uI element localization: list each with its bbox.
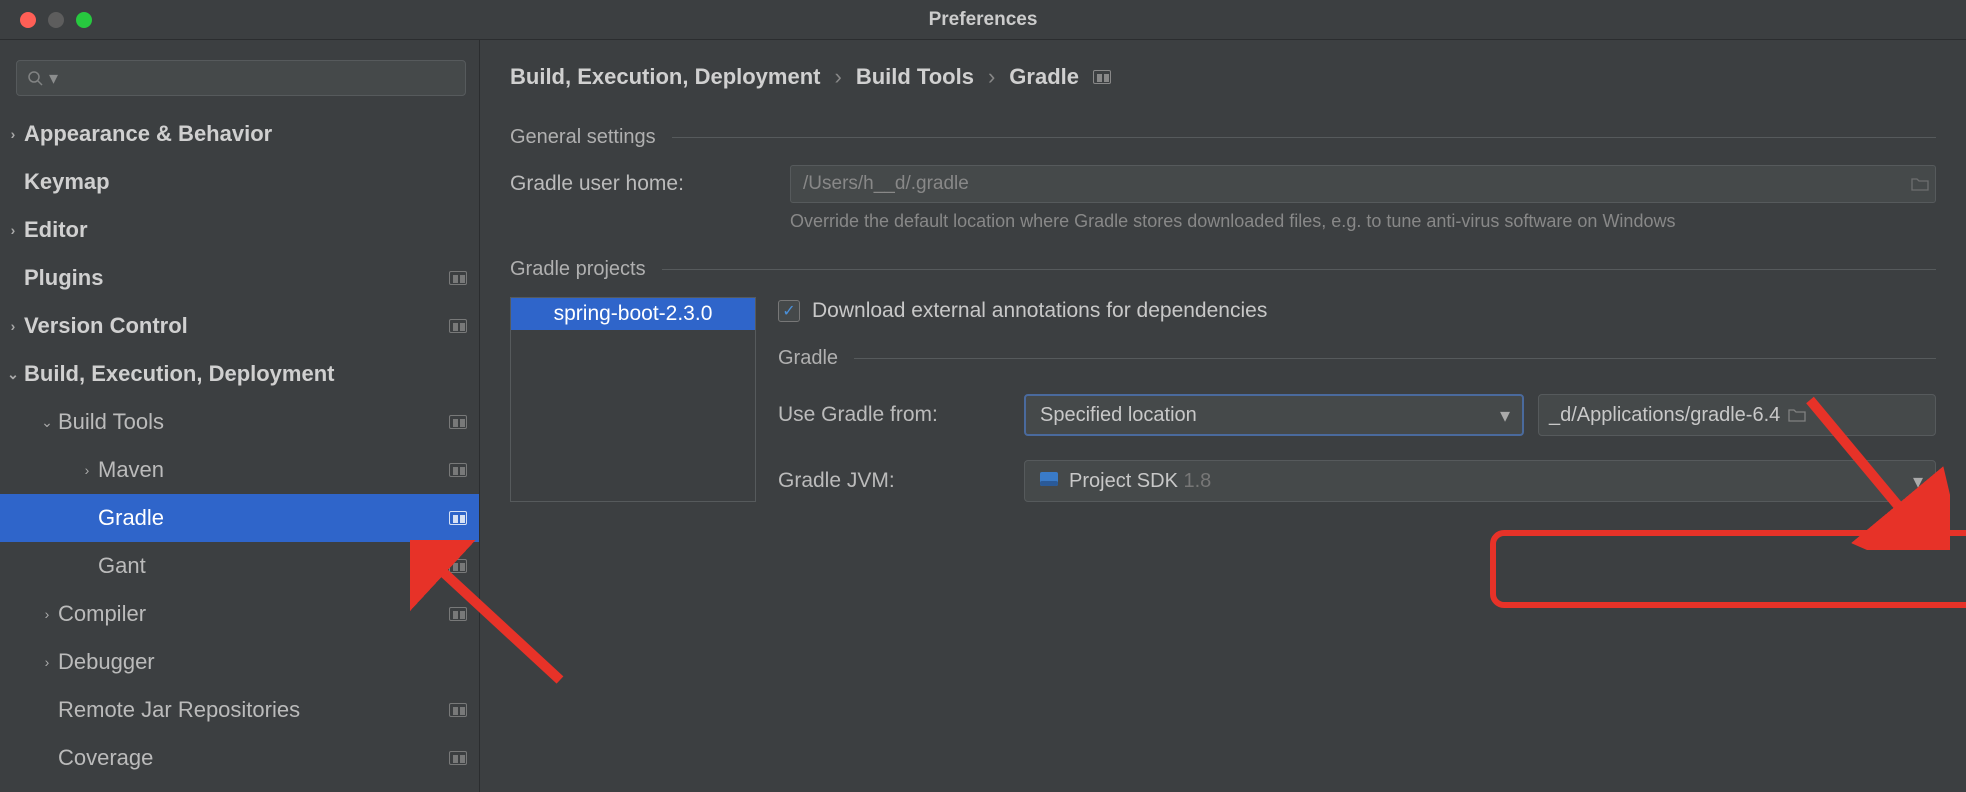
- chevron-down-icon: ▾: [1500, 403, 1510, 428]
- project-scope-icon: [449, 463, 467, 477]
- search-icon: [27, 70, 43, 86]
- sidebar-item-coverage[interactable]: Coverage: [0, 734, 479, 782]
- window-controls: [0, 12, 92, 28]
- project-scope-icon: [1093, 70, 1111, 84]
- chevron-right-icon: ›: [36, 654, 58, 670]
- project-scope-icon: [449, 415, 467, 429]
- sidebar-item-build-tools[interactable]: ⌄Build Tools: [0, 398, 479, 446]
- sidebar-item-debugger[interactable]: ›Debugger: [0, 638, 479, 686]
- chevron-right-icon: ›: [36, 606, 58, 622]
- use-gradle-from-label: Use Gradle from:: [778, 403, 1010, 427]
- settings-tree: ›Appearance & Behavior Keymap ›Editor Pl…: [0, 110, 479, 792]
- sidebar-item-gant[interactable]: Gant: [0, 542, 479, 590]
- chevron-right-icon: ›: [2, 222, 24, 238]
- chevron-down-icon: ▾: [49, 68, 58, 89]
- project-scope-icon: [449, 271, 467, 285]
- chevron-down-icon: ⌄: [36, 414, 58, 431]
- minimize-window-button[interactable]: [48, 12, 64, 28]
- folder-icon[interactable]: [1911, 176, 1929, 192]
- sidebar-item-version-control[interactable]: ›Version Control: [0, 302, 479, 350]
- download-annotations-label: Download external annotations for depend…: [812, 299, 1267, 323]
- chevron-right-icon: ›: [2, 126, 24, 142]
- main-panel: Build, Execution, Deployment › Build Too…: [480, 40, 1966, 792]
- general-settings-header: General settings: [510, 126, 1936, 149]
- preferences-window: Preferences ▾ ›Appearance & Behavior Key…: [0, 0, 1966, 792]
- sidebar-item-build-exec-deploy[interactable]: ⌄Build, Execution, Deployment: [0, 350, 479, 398]
- gradle-jvm-label: Gradle JVM:: [778, 469, 1010, 493]
- gradle-home-input[interactable]: /Users/h__d/.gradle: [790, 165, 1936, 203]
- sidebar-item-compiler[interactable]: ›Compiler: [0, 590, 479, 638]
- chevron-right-icon: ›: [2, 318, 24, 334]
- chevron-down-icon: ▾: [1913, 469, 1923, 494]
- project-scope-icon: [449, 703, 467, 717]
- sidebar: ▾ ›Appearance & Behavior Keymap ›Editor …: [0, 40, 480, 792]
- sidebar-item-remote-jar[interactable]: Remote Jar Repositories: [0, 686, 479, 734]
- project-scope-icon: [449, 751, 467, 765]
- gradle-home-label: Gradle user home:: [510, 172, 770, 196]
- gradle-home-placeholder: /Users/h__d/.gradle: [803, 173, 969, 195]
- project-scope-icon: [449, 319, 467, 333]
- breadcrumb-c: Gradle: [1009, 64, 1079, 90]
- titlebar: Preferences: [0, 0, 1966, 40]
- window-title: Preferences: [929, 9, 1038, 31]
- gradle-project-item[interactable]: spring-boot-2.3.0: [511, 298, 755, 330]
- close-window-button[interactable]: [20, 12, 36, 28]
- breadcrumb-b: Build Tools: [856, 64, 974, 90]
- gradle-location-path[interactable]: _d/Applications/gradle-6.4: [1538, 394, 1936, 436]
- project-scope-icon: [449, 607, 467, 621]
- gradle-project-list[interactable]: spring-boot-2.3.0: [510, 297, 756, 502]
- gradle-subheader: Gradle: [778, 347, 1936, 370]
- gradle-home-hint: Override the default location where Grad…: [790, 211, 1936, 232]
- sidebar-item-appearance[interactable]: ›Appearance & Behavior: [0, 110, 479, 158]
- gradle-projects-header: Gradle projects: [510, 258, 1936, 281]
- download-annotations-checkbox[interactable]: ✓: [778, 300, 800, 322]
- sidebar-item-keymap[interactable]: Keymap: [0, 158, 479, 206]
- chevron-right-icon: ›: [76, 462, 98, 478]
- use-gradle-from-dropdown[interactable]: Specified location ▾: [1024, 394, 1524, 436]
- folder-icon[interactable]: [1788, 407, 1806, 423]
- sidebar-item-maven[interactable]: ›Maven: [0, 446, 479, 494]
- sidebar-item-plugins[interactable]: Plugins: [0, 254, 479, 302]
- breadcrumb-separator: ›: [988, 64, 995, 90]
- breadcrumb-a: Build, Execution, Deployment: [510, 64, 820, 90]
- sidebar-item-gradle[interactable]: Gradle: [0, 494, 479, 542]
- annotation-highlight: [1490, 530, 1966, 608]
- chevron-down-icon: ⌄: [2, 366, 24, 383]
- project-scope-icon: [449, 559, 467, 573]
- gradle-jvm-dropdown[interactable]: Project SDK 1.8 ▾: [1024, 460, 1936, 502]
- breadcrumb: Build, Execution, Deployment › Build Too…: [510, 64, 1936, 90]
- maximize-window-button[interactable]: [76, 12, 92, 28]
- jvm-icon: [1039, 470, 1059, 493]
- project-scope-icon: [449, 511, 467, 525]
- search-input[interactable]: ▾: [16, 60, 466, 96]
- sidebar-item-editor[interactable]: ›Editor: [0, 206, 479, 254]
- breadcrumb-separator: ›: [834, 64, 841, 90]
